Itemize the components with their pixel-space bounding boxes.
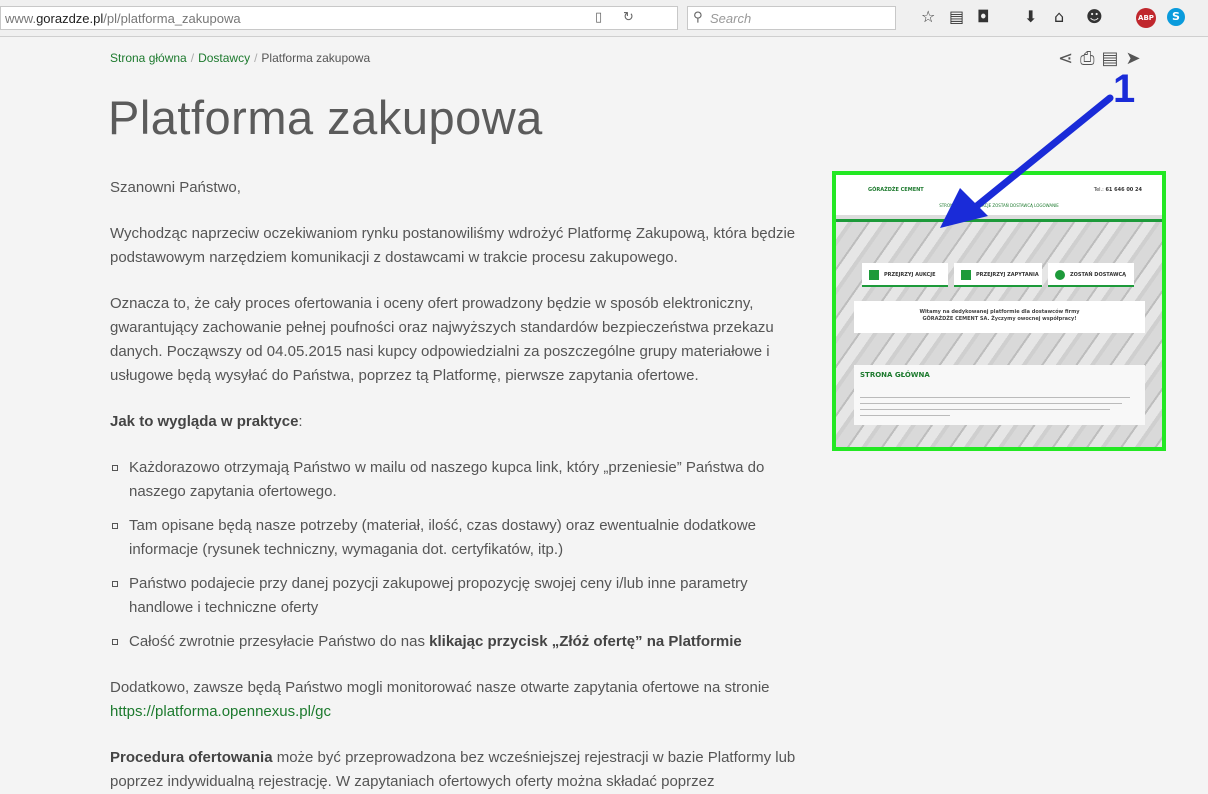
breadcrumb-home-link[interactable]: Strona główna — [110, 51, 187, 65]
reload-icon[interactable]: ↻ — [623, 10, 634, 25]
thumbnail-text-line — [860, 409, 1110, 410]
url-text: www.gorazdze.pl/pl/platforma_zakupowa — [5, 11, 241, 26]
thumbnail-logo: GÓRAŻDŻE CEMENT — [868, 187, 924, 193]
arrow-shaft — [958, 94, 1114, 222]
document-icon — [961, 270, 971, 280]
print-icon[interactable]: ⎙ — [1080, 48, 1094, 69]
chat-icon[interactable]: ☻ — [1086, 7, 1103, 27]
annotation-number: 1 — [1113, 67, 1136, 111]
hammer-icon — [869, 270, 879, 280]
document-icon[interactable]: ▤ — [1102, 48, 1119, 69]
breadcrumb-suppliers-link[interactable]: Dostawcy — [198, 51, 250, 65]
arrow-head — [940, 188, 988, 228]
adblock-icon[interactable]: ABP — [1136, 8, 1156, 28]
greeting: Szanowni Państwo, — [110, 179, 241, 196]
thumbnail-text-line — [860, 403, 1122, 404]
list-item: Tam opisane będą nasze potrzeby (materia… — [110, 514, 800, 562]
thumbnail-text-line — [860, 397, 1130, 398]
thumbnail-text-line — [860, 415, 950, 416]
search-icon: ⚲ — [693, 10, 703, 25]
paragraph-process: Oznacza to, że cały proces ofertowania i… — [110, 295, 774, 384]
thumbnail-panel-title: STRONA GŁÓWNA — [860, 371, 930, 379]
bookmarks-list-icon[interactable]: ▤ — [949, 7, 964, 27]
list-item: Każdorazowo otrzymają Państwo w mailu od… — [110, 456, 800, 504]
breadcrumb-current: Platforma zakupowa — [261, 51, 371, 65]
url-bar[interactable]: www.gorazdze.pl/pl/platforma_zakupowa ▯ … — [0, 6, 678, 30]
paragraph-intro: Wychodząc naprzeciw oczekiwaniom rynku p… — [110, 225, 796, 266]
search-bar[interactable]: ⚲ Search — [687, 6, 896, 30]
home-icon[interactable]: ⌂ — [1054, 7, 1064, 27]
browser-toolbar: www.gorazdze.pl/pl/platforma_zakupowa ▯ … — [0, 0, 1208, 37]
thumbnail-supplier-button: ZOSTAŃ DOSTAWCĄ — [1048, 263, 1134, 287]
search-placeholder: Search — [710, 11, 752, 26]
thumbnail-requests-button: PRZEJRZYJ ZAPYTANIA — [954, 263, 1042, 287]
bookmark-star-icon[interactable]: ☆ — [921, 7, 935, 27]
thumbnail-auctions-button: PRZEJRZYJ AUKCJE — [862, 263, 948, 287]
pocket-icon[interactable]: ◘ — [977, 7, 990, 27]
main-content: Szanowni Państwo, Wychodząc naprzeciw oc… — [110, 176, 800, 794]
how-it-works-heading: Jak to wygląda w praktyce: — [110, 413, 303, 430]
list-item: Całość zwrotnie przesyłacie Państwo do n… — [110, 630, 800, 654]
paragraph-monitor: Dodatkowo, zawsze będą Państwo mogli mon… — [110, 679, 770, 720]
thumbnail-panel: STRONA GŁÓWNA — [854, 365, 1145, 425]
platform-link[interactable]: https://platforma.opennexus.pl/gc — [110, 703, 331, 720]
share-icon[interactable]: ⋖ — [1058, 48, 1073, 69]
download-icon[interactable]: ⬇ — [1024, 7, 1037, 27]
reader-view-icon[interactable]: ▯ — [595, 10, 602, 25]
page-tools: ⋖ ⎙ ▤ ➤ — [1058, 48, 1148, 69]
user-circle-icon — [1055, 270, 1065, 280]
list-item: Państwo podajecie przy danej pozycji zak… — [110, 572, 800, 620]
breadcrumb: Strona główna / Dostawcy / Platforma zakupow… — [110, 51, 371, 65]
bullet-list: Każdorazowo otrzymają Państwo w mailu od… — [110, 456, 800, 654]
skype-icon[interactable]: S — [1167, 8, 1185, 26]
send-icon[interactable]: ➤ — [1126, 48, 1141, 69]
thumbnail-welcome: Witamy na dedykowanej platformie dla dos… — [854, 301, 1145, 333]
page-title: Platforma zakupowa — [108, 91, 543, 144]
paragraph-procedure: Procedura ofertowania może być przeprowa… — [110, 749, 796, 790]
